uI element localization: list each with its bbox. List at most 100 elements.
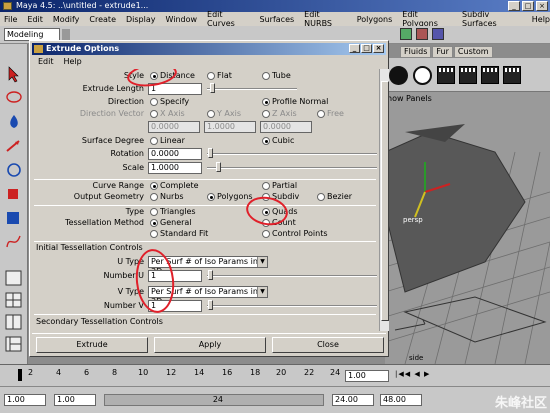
render-clapboard-icon[interactable] — [459, 66, 477, 84]
manipulator-icon[interactable] — [3, 208, 25, 228]
free-radio[interactable] — [317, 110, 325, 118]
lasso-icon[interactable] — [3, 88, 25, 108]
range-bar[interactable]: 24 — [104, 394, 324, 406]
style-flat-radio[interactable] — [207, 72, 215, 80]
menu-window[interactable]: Window — [166, 15, 198, 24]
direction-specify-radio[interactable] — [150, 98, 158, 106]
status-icon[interactable] — [400, 28, 412, 40]
main-menubar: File Edit Modify Create Display Window E… — [0, 10, 550, 28]
white-sphere-icon[interactable] — [413, 66, 432, 85]
extrude-length-knob[interactable] — [210, 83, 215, 93]
curve-tool-icon[interactable] — [3, 232, 25, 252]
extrude-options-dialog: Extrude Options _ □ × Edit Help Style Di… — [29, 40, 389, 357]
curve-range-partial-radio[interactable] — [262, 182, 270, 190]
menu-display[interactable]: Display — [126, 15, 156, 24]
scale-slider[interactable] — [207, 167, 377, 169]
end-time-field[interactable]: 48.00 — [380, 394, 422, 406]
black-sphere-icon[interactable] — [389, 66, 408, 85]
current-time-field[interactable]: 1.00 — [345, 370, 389, 382]
type-triangles-radio[interactable] — [150, 208, 158, 216]
yaxis-radio[interactable] — [207, 110, 215, 118]
tess-control-points-radio[interactable] — [262, 230, 270, 238]
scrollbar-thumb[interactable] — [381, 81, 389, 321]
menu-help[interactable]: Help — [532, 15, 550, 24]
playback-start-field[interactable]: 1.00 — [54, 394, 96, 406]
curve-range-complete-radio[interactable] — [150, 182, 158, 190]
layout-four-icon[interactable] — [3, 290, 25, 310]
scale-field[interactable]: 1.0000 — [148, 162, 202, 174]
rotation-field[interactable]: 0.0000 — [148, 148, 202, 160]
number-u-slider[interactable] — [207, 275, 377, 277]
tess-standard-fit-radio[interactable] — [150, 230, 158, 238]
output-nurbs-radio[interactable] — [150, 193, 158, 201]
render-clapboard-icon[interactable] — [503, 66, 521, 84]
surface-linear-radio[interactable] — [150, 137, 158, 145]
tess-general-radio[interactable] — [150, 219, 158, 227]
layout-single-icon[interactable] — [3, 268, 25, 288]
dialog-menu-help[interactable]: Help — [64, 56, 82, 68]
number-v-knob[interactable] — [208, 300, 213, 310]
vector-z-field[interactable]: 0.0000 — [260, 121, 312, 133]
tick: 24 — [330, 368, 341, 377]
status-icon[interactable] — [416, 28, 428, 40]
dialog-close-button[interactable]: × — [373, 44, 384, 53]
render-clapboard-icon[interactable] — [481, 66, 499, 84]
playback-end-field[interactable]: 24.00 — [332, 394, 374, 406]
dialog-maximize-button[interactable]: □ — [361, 44, 372, 53]
menu-polygons[interactable]: Polygons — [357, 15, 393, 24]
maximize-button[interactable]: □ — [522, 1, 534, 11]
surface-cubic-radio[interactable] — [262, 137, 270, 145]
surface-cubic-text: Cubic — [272, 136, 295, 145]
select-arrow-icon[interactable] — [3, 64, 25, 84]
playback-controls-icon[interactable]: |◀◀ ◀ ▶ — [395, 370, 431, 382]
output-bezier-radio[interactable] — [317, 193, 325, 201]
tab-fluids[interactable]: Fluids — [400, 46, 432, 58]
rotation-slider[interactable] — [207, 153, 377, 155]
output-polygons-radio[interactable] — [207, 193, 215, 201]
menu-file[interactable]: File — [4, 15, 17, 24]
tab-custom[interactable]: Custom — [453, 46, 493, 58]
close-window-button[interactable]: × — [536, 1, 548, 11]
layout-split-icon[interactable] — [3, 312, 25, 332]
number-u-knob[interactable] — [208, 270, 213, 280]
tab-fur[interactable]: Fur — [432, 46, 453, 58]
number-v-slider[interactable] — [207, 305, 377, 307]
time-slider[interactable]: 2 4 6 8 10 12 14 16 18 20 22 24 1.00 |◀◀… — [0, 364, 550, 386]
menu-edit[interactable]: Edit — [27, 15, 43, 24]
chevron-down-icon[interactable]: ▼ — [257, 257, 267, 267]
rotation-knob[interactable] — [208, 148, 213, 158]
separator — [34, 314, 376, 315]
tess-general-text: General — [160, 218, 192, 227]
style-tube-radio[interactable] — [262, 72, 270, 80]
chevron-down-icon[interactable]: ▼ — [257, 287, 267, 297]
close-button[interactable]: Close — [272, 337, 384, 353]
start-time-field[interactable]: 1.00 — [4, 394, 46, 406]
vector-y-field[interactable]: 1.0000 — [204, 121, 256, 133]
rotate-icon[interactable] — [3, 160, 25, 180]
render-clapboard-icon[interactable] — [437, 66, 455, 84]
dialog-menu-edit[interactable]: Edit — [38, 56, 54, 68]
viewport-persp[interactable]: how Panels persp side — [385, 92, 550, 364]
output-geometry-label: Output Geometry — [73, 192, 144, 201]
dialog-minimize-button[interactable]: _ — [349, 44, 360, 53]
extrude-button[interactable]: Extrude — [36, 337, 148, 353]
menu-modify[interactable]: Modify — [53, 15, 80, 24]
menu-surfaces[interactable]: Surfaces — [260, 15, 295, 24]
scale-icon[interactable] — [3, 184, 25, 204]
direction-profile-normal-radio[interactable] — [262, 98, 270, 106]
vector-x-field[interactable]: 0.0000 — [148, 121, 200, 133]
scale-knob[interactable] — [216, 162, 221, 172]
watermark-text: 朱峰社区 — [494, 396, 547, 411]
xaxis-radio[interactable] — [150, 110, 158, 118]
move-icon[interactable] — [3, 136, 25, 156]
dialog-window-controls: _ □ × — [349, 44, 384, 53]
apply-button[interactable]: Apply — [154, 337, 266, 353]
menu-create[interactable]: Create — [89, 15, 116, 24]
extrude-length-slider[interactable] — [207, 88, 297, 90]
mode-dropdown-icon[interactable] — [62, 29, 70, 40]
layout-outliner-icon[interactable] — [3, 334, 25, 354]
status-icon[interactable] — [432, 28, 444, 40]
paint-icon[interactable] — [3, 112, 25, 132]
dialog-scrollbar[interactable] — [379, 69, 389, 331]
zaxis-radio[interactable] — [262, 110, 270, 118]
